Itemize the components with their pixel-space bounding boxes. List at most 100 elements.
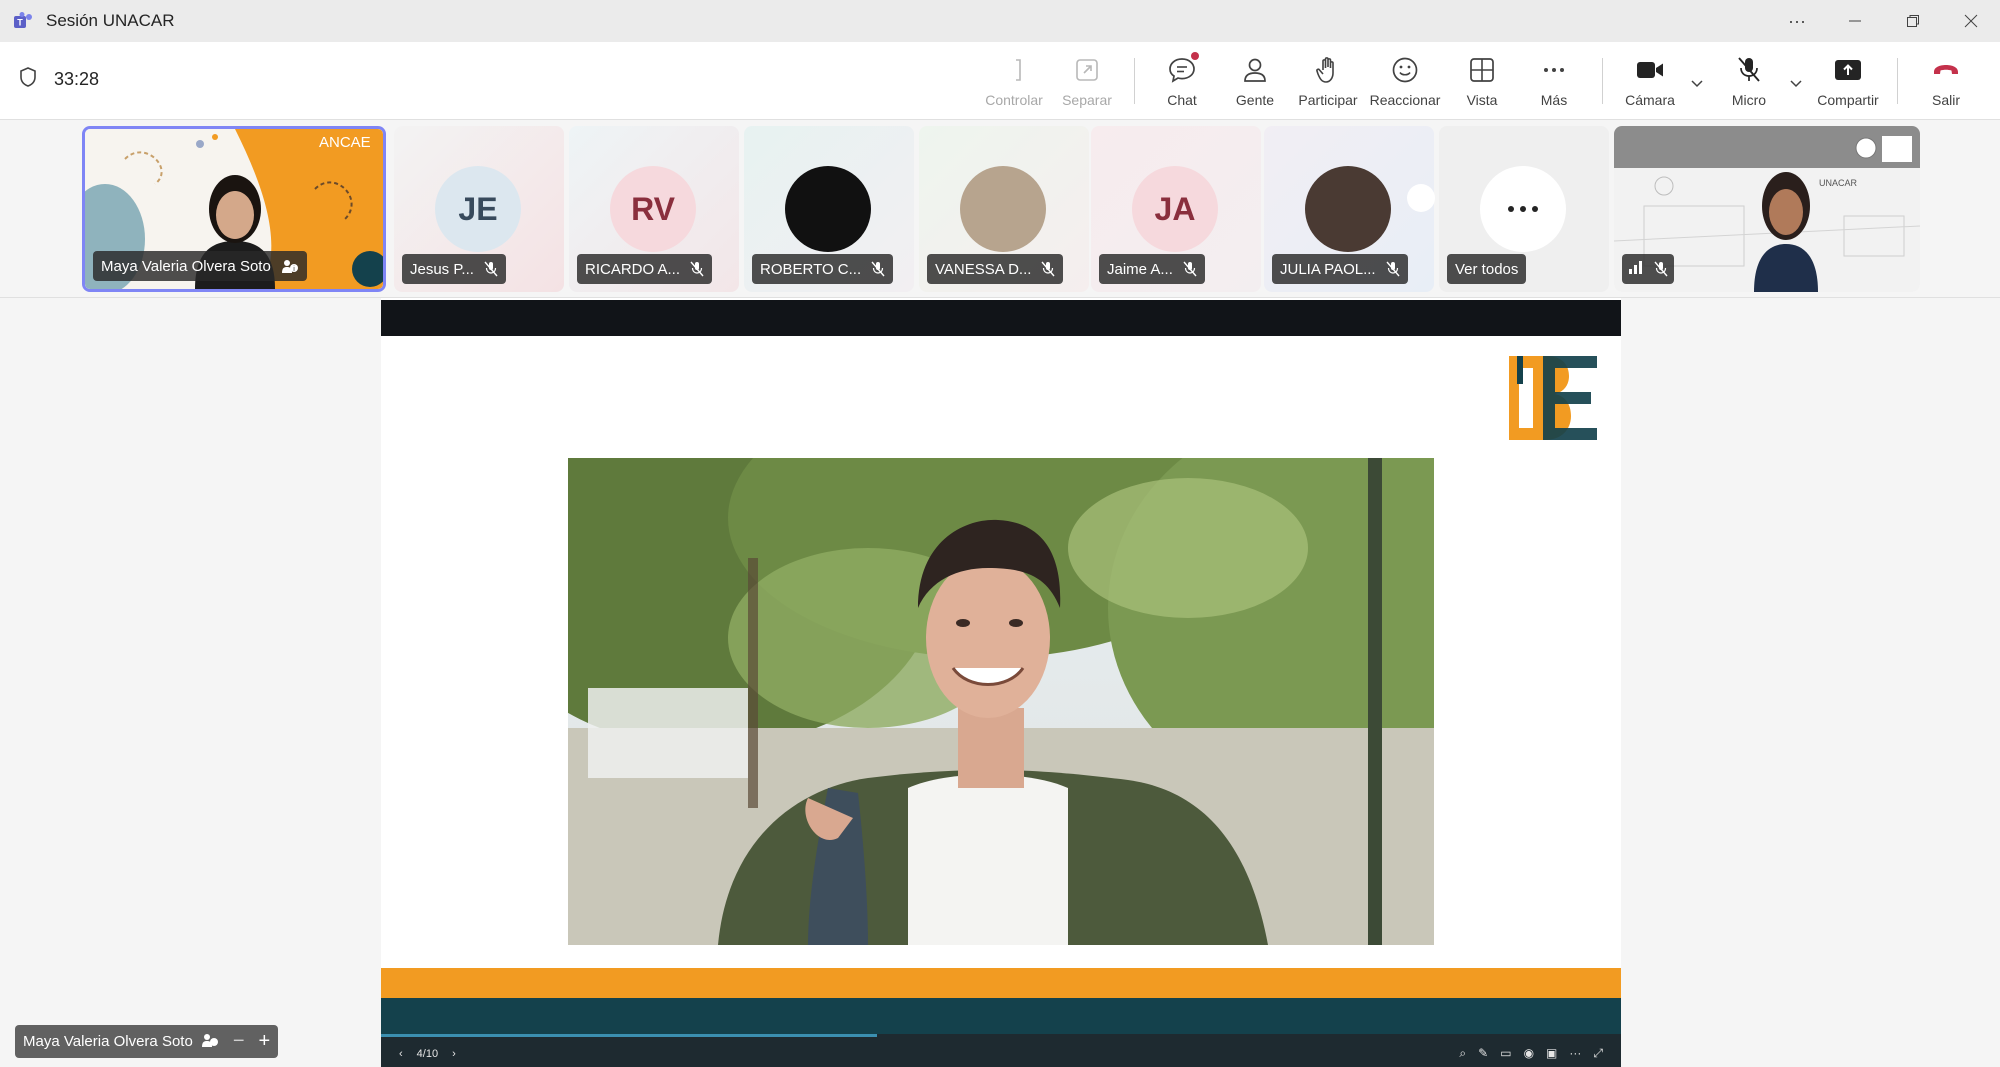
participant-name-tag: VANESSA D... <box>927 254 1064 284</box>
mic-off-icon <box>1183 261 1197 277</box>
participant-name: Jesus P... <box>410 260 474 278</box>
zoom-icon[interactable]: ⌕ <box>1459 1046 1466 1061</box>
see-all-label-tag: Ver todos <box>1447 254 1527 284</box>
participant-tile[interactable]: JULIA PAOL... <box>1264 126 1434 292</box>
ellipsis-icon <box>1540 52 1568 88</box>
slide-controls-bar <box>381 1034 1621 1067</box>
mic-off-icon <box>484 261 498 277</box>
hand-icon <box>1314 52 1342 88</box>
audio-icon[interactable]: ◉ <box>1524 1046 1534 1061</box>
slide-progress <box>381 1034 877 1037</box>
camera-options-chevron-icon[interactable] <box>1690 76 1704 92</box>
slide-footer-teal <box>381 998 1621 1034</box>
raise-hand-button[interactable]: Participar <box>1290 52 1366 108</box>
chat-icon <box>1167 52 1199 88</box>
participant-tile[interactable]: JA Jaime A... <box>1091 126 1261 292</box>
next-slide-icon[interactable]: › <box>452 1048 456 1060</box>
tile-background-text: UNACAR <box>1819 178 1858 188</box>
slide-photo <box>568 458 1434 945</box>
leave-button[interactable]: Salir <box>1908 52 1984 108</box>
signal-icon <box>1628 260 1644 278</box>
window-title: Sesión UNACAR <box>46 11 175 30</box>
avatar <box>1305 166 1391 252</box>
see-all-tile[interactable]: Ver todos <box>1439 126 1609 292</box>
participant-name-tag: ROBERTO C... <box>752 254 894 284</box>
people-icon <box>1241 52 1269 88</box>
participant-tile[interactable]: RV RICARDO A... <box>569 126 739 292</box>
tile-background-text: ANCAE <box>319 134 371 151</box>
mic-off-icon <box>871 261 885 277</box>
popout-button[interactable]: Separar <box>1049 52 1125 108</box>
control-button[interactable]: Controlar <box>976 52 1052 108</box>
share-icon <box>1833 52 1863 88</box>
more-slide-options-icon[interactable]: ··· <box>1569 1046 1581 1061</box>
window-icon[interactable]: ▣ <box>1546 1046 1557 1061</box>
ellipsis-icon <box>1480 166 1566 252</box>
mic-off-icon <box>1386 261 1400 277</box>
control-icon <box>1002 52 1026 88</box>
participant-tile-main[interactable]: ANCAE Maya Valeria Olvera Soto i <box>82 126 386 292</box>
participant-tile-classroom[interactable]: UNACAR <box>1614 126 1920 292</box>
camera-button[interactable]: Cámara <box>1612 52 1688 108</box>
minimize-button[interactable] <box>1826 0 1884 42</box>
participant-name: Maya Valeria Olvera Soto <box>101 257 271 275</box>
participant-strip: ANCAE Maya Valeria Olvera Soto i JE Jesus… <box>0 120 2000 298</box>
avatar <box>785 166 871 252</box>
hang-up-icon <box>1931 52 1961 88</box>
meeting-timer: 33:28 <box>54 69 100 89</box>
be-logo <box>1507 354 1599 447</box>
popout-icon <box>1074 52 1100 88</box>
mic-options-chevron-icon[interactable] <box>1789 76 1803 92</box>
svg-text:T: T <box>17 18 23 28</box>
view-button[interactable]: Vista <box>1444 52 1520 108</box>
teams-icon: T <box>14 11 34 31</box>
restore-button[interactable] <box>1884 0 1942 42</box>
fullscreen-icon[interactable]: ⤢ <box>1593 1046 1603 1061</box>
expand-icon[interactable]: + <box>259 1030 271 1053</box>
meeting-toolbar: 33:28 Controlar Separar Chat Gente Parti… <box>0 42 2000 120</box>
subtitles-icon[interactable]: ▭ <box>1500 1046 1511 1061</box>
slide-footer-orange <box>381 968 1621 998</box>
participant-name: VANESSA D... <box>935 260 1032 278</box>
participant-name-tag: Maya Valeria Olvera Soto i <box>93 251 307 281</box>
people-button[interactable]: Gente <box>1217 52 1293 108</box>
mic-button[interactable]: Micro <box>1711 52 1787 108</box>
avatar: RV <box>610 166 696 252</box>
avatar-initials: JE <box>458 190 498 227</box>
mic-off-icon <box>1654 261 1668 277</box>
shield-icon <box>18 66 38 93</box>
participant-name-tag: RICARDO A... <box>577 254 713 284</box>
participant-status-tag <box>1622 254 1674 284</box>
self-view-tag[interactable]: Maya Valeria Olvera Soto − + <box>15 1025 279 1058</box>
mic-off-icon <box>1735 52 1763 88</box>
avatar-initials: JA <box>1154 190 1196 227</box>
see-all-label: Ver todos <box>1455 260 1519 278</box>
participant-name: JULIA PAOL... <box>1280 260 1376 278</box>
grid-icon <box>1468 52 1496 88</box>
participant-tile[interactable]: VANESSA D... <box>919 126 1089 292</box>
more-button[interactable]: Más <box>1516 52 1592 108</box>
shared-slide[interactable]: ‹ 4/10 › ⌕ ✎ ▭ ◉ ▣ ··· ⤢ <box>381 298 1621 1067</box>
close-window-button[interactable] <box>1942 0 2000 42</box>
slide-page-indicator: 4/10 <box>416 1048 439 1060</box>
react-button[interactable]: Reaccionar <box>1367 52 1443 108</box>
pen-icon[interactable]: ✎ <box>1478 1046 1488 1061</box>
avatar: JA <box>1132 166 1218 252</box>
share-button[interactable]: Compartir <box>1810 52 1886 108</box>
presenter-icon: i <box>281 258 299 274</box>
participant-name-tag: Jaime A... <box>1099 254 1205 284</box>
collapse-icon[interactable]: − <box>233 1030 245 1053</box>
participant-name: Jaime A... <box>1107 260 1173 278</box>
camera-icon <box>1635 52 1665 88</box>
avatar <box>960 166 1046 252</box>
chat-button[interactable]: Chat <box>1144 52 1220 108</box>
previous-slide-icon[interactable]: ‹ <box>399 1048 403 1060</box>
participant-tile[interactable]: JE Jesus P... <box>394 126 564 292</box>
participant-tile[interactable]: ROBERTO C... <box>744 126 914 292</box>
avatar-initials: RV <box>631 190 675 227</box>
mic-off-icon <box>690 261 704 277</box>
presenter-icon <box>201 1032 219 1052</box>
slide-header-bar <box>381 300 1621 336</box>
more-options-icon[interactable]: ··· <box>1768 0 1826 42</box>
participant-name: RICARDO A... <box>585 260 681 278</box>
